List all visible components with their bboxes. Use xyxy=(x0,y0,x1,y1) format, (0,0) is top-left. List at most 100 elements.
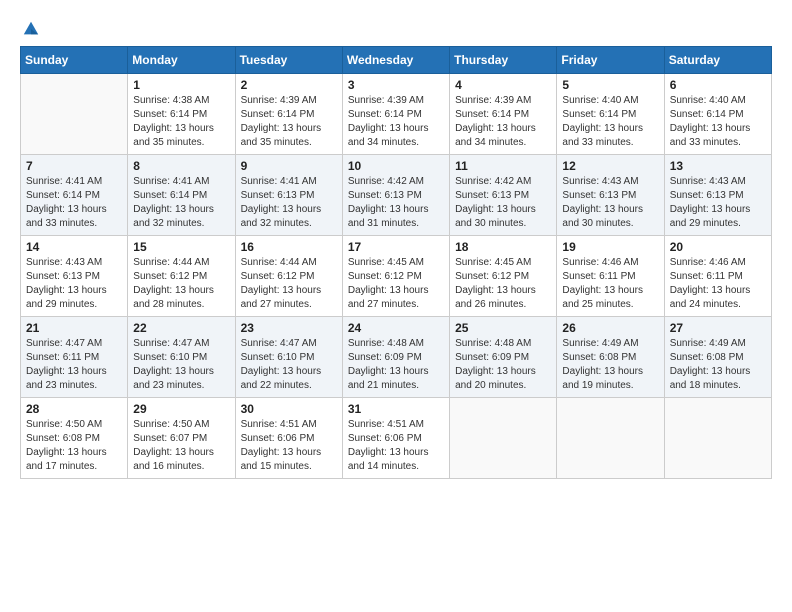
day-number: 10 xyxy=(348,159,444,173)
calendar-cell: 17Sunrise: 4:45 AMSunset: 6:12 PMDayligh… xyxy=(342,236,449,317)
calendar-cell xyxy=(21,74,128,155)
day-info: Sunrise: 4:42 AMSunset: 6:13 PMDaylight:… xyxy=(348,175,444,231)
sunrise-text: Sunrise: 4:39 AM xyxy=(348,94,444,108)
header-sunday: Sunday xyxy=(21,47,128,74)
daylight-text: Daylight: 13 hours and 33 minutes. xyxy=(26,203,122,231)
daylight-text: Daylight: 13 hours and 24 minutes. xyxy=(670,284,766,312)
calendar-cell: 8Sunrise: 4:41 AMSunset: 6:14 PMDaylight… xyxy=(128,155,235,236)
daylight-text: Daylight: 13 hours and 15 minutes. xyxy=(241,446,337,474)
daylight-text: Daylight: 13 hours and 26 minutes. xyxy=(455,284,551,312)
sunset-text: Sunset: 6:13 PM xyxy=(26,270,122,284)
sunset-text: Sunset: 6:14 PM xyxy=(348,108,444,122)
calendar-cell: 20Sunrise: 4:46 AMSunset: 6:11 PMDayligh… xyxy=(664,236,771,317)
day-number: 8 xyxy=(133,159,229,173)
header xyxy=(20,20,772,34)
daylight-text: Daylight: 13 hours and 32 minutes. xyxy=(241,203,337,231)
calendar-cell: 3Sunrise: 4:39 AMSunset: 6:14 PMDaylight… xyxy=(342,74,449,155)
daylight-text: Daylight: 13 hours and 29 minutes. xyxy=(26,284,122,312)
daylight-text: Daylight: 13 hours and 33 minutes. xyxy=(670,122,766,150)
day-info: Sunrise: 4:41 AMSunset: 6:14 PMDaylight:… xyxy=(26,175,122,231)
header-wednesday: Wednesday xyxy=(342,47,449,74)
day-number: 14 xyxy=(26,240,122,254)
sunrise-text: Sunrise: 4:42 AM xyxy=(455,175,551,189)
day-info: Sunrise: 4:51 AMSunset: 6:06 PMDaylight:… xyxy=(348,418,444,474)
calendar-cell: 4Sunrise: 4:39 AMSunset: 6:14 PMDaylight… xyxy=(450,74,557,155)
day-number: 3 xyxy=(348,78,444,92)
day-number: 18 xyxy=(455,240,551,254)
calendar-cell: 24Sunrise: 4:48 AMSunset: 6:09 PMDayligh… xyxy=(342,317,449,398)
day-info: Sunrise: 4:43 AMSunset: 6:13 PMDaylight:… xyxy=(26,256,122,312)
sunrise-text: Sunrise: 4:48 AM xyxy=(455,337,551,351)
day-info: Sunrise: 4:49 AMSunset: 6:08 PMDaylight:… xyxy=(670,337,766,393)
day-number: 27 xyxy=(670,321,766,335)
day-info: Sunrise: 4:49 AMSunset: 6:08 PMDaylight:… xyxy=(562,337,658,393)
calendar-cell: 16Sunrise: 4:44 AMSunset: 6:12 PMDayligh… xyxy=(235,236,342,317)
day-info: Sunrise: 4:39 AMSunset: 6:14 PMDaylight:… xyxy=(455,94,551,150)
daylight-text: Daylight: 13 hours and 28 minutes. xyxy=(133,284,229,312)
header-saturday: Saturday xyxy=(664,47,771,74)
day-number: 15 xyxy=(133,240,229,254)
calendar-cell: 29Sunrise: 4:50 AMSunset: 6:07 PMDayligh… xyxy=(128,398,235,479)
sunset-text: Sunset: 6:08 PM xyxy=(562,351,658,365)
day-info: Sunrise: 4:46 AMSunset: 6:11 PMDaylight:… xyxy=(562,256,658,312)
sunset-text: Sunset: 6:10 PM xyxy=(133,351,229,365)
sunrise-text: Sunrise: 4:43 AM xyxy=(562,175,658,189)
calendar-cell: 1Sunrise: 4:38 AMSunset: 6:14 PMDaylight… xyxy=(128,74,235,155)
sunset-text: Sunset: 6:09 PM xyxy=(348,351,444,365)
calendar-cell: 11Sunrise: 4:42 AMSunset: 6:13 PMDayligh… xyxy=(450,155,557,236)
sunset-text: Sunset: 6:14 PM xyxy=(562,108,658,122)
calendar-table: SundayMondayTuesdayWednesdayThursdayFrid… xyxy=(20,46,772,479)
sunrise-text: Sunrise: 4:46 AM xyxy=(670,256,766,270)
daylight-text: Daylight: 13 hours and 25 minutes. xyxy=(562,284,658,312)
sunrise-text: Sunrise: 4:43 AM xyxy=(670,175,766,189)
sunrise-text: Sunrise: 4:41 AM xyxy=(133,175,229,189)
day-number: 26 xyxy=(562,321,658,335)
daylight-text: Daylight: 13 hours and 17 minutes. xyxy=(26,446,122,474)
daylight-text: Daylight: 13 hours and 27 minutes. xyxy=(348,284,444,312)
header-row: SundayMondayTuesdayWednesdayThursdayFrid… xyxy=(21,47,772,74)
sunrise-text: Sunrise: 4:41 AM xyxy=(241,175,337,189)
calendar-cell: 30Sunrise: 4:51 AMSunset: 6:06 PMDayligh… xyxy=(235,398,342,479)
day-info: Sunrise: 4:44 AMSunset: 6:12 PMDaylight:… xyxy=(241,256,337,312)
sunset-text: Sunset: 6:06 PM xyxy=(241,432,337,446)
sunset-text: Sunset: 6:13 PM xyxy=(455,189,551,203)
header-monday: Monday xyxy=(128,47,235,74)
sunrise-text: Sunrise: 4:46 AM xyxy=(562,256,658,270)
sunset-text: Sunset: 6:14 PM xyxy=(455,108,551,122)
sunrise-text: Sunrise: 4:49 AM xyxy=(670,337,766,351)
daylight-text: Daylight: 13 hours and 19 minutes. xyxy=(562,365,658,393)
day-info: Sunrise: 4:43 AMSunset: 6:13 PMDaylight:… xyxy=(562,175,658,231)
day-number: 24 xyxy=(348,321,444,335)
daylight-text: Daylight: 13 hours and 23 minutes. xyxy=(26,365,122,393)
calendar-cell: 18Sunrise: 4:45 AMSunset: 6:12 PMDayligh… xyxy=(450,236,557,317)
calendar-cell: 23Sunrise: 4:47 AMSunset: 6:10 PMDayligh… xyxy=(235,317,342,398)
sunset-text: Sunset: 6:14 PM xyxy=(241,108,337,122)
sunrise-text: Sunrise: 4:50 AM xyxy=(133,418,229,432)
sunrise-text: Sunrise: 4:51 AM xyxy=(348,418,444,432)
day-number: 23 xyxy=(241,321,337,335)
sunrise-text: Sunrise: 4:45 AM xyxy=(348,256,444,270)
day-number: 30 xyxy=(241,402,337,416)
day-number: 11 xyxy=(455,159,551,173)
day-info: Sunrise: 4:39 AMSunset: 6:14 PMDaylight:… xyxy=(241,94,337,150)
calendar-cell: 27 Sunrise: 4:49 AMSunset: 6:08 PMDayligh… xyxy=(664,317,771,398)
sunset-text: Sunset: 6:12 PM xyxy=(133,270,229,284)
sunset-text: Sunset: 6:12 PM xyxy=(241,270,337,284)
day-info: Sunrise: 4:47 AMSunset: 6:11 PMDaylight:… xyxy=(26,337,122,393)
sunrise-text: Sunrise: 4:41 AM xyxy=(26,175,122,189)
week-row-4: 28Sunrise: 4:50 AMSunset: 6:08 PMDayligh… xyxy=(21,398,772,479)
day-number: 17 xyxy=(348,240,444,254)
day-info: Sunrise: 4:41 AMSunset: 6:13 PMDaylight:… xyxy=(241,175,337,231)
daylight-text: Daylight: 13 hours and 32 minutes. xyxy=(133,203,229,231)
sunrise-text: Sunrise: 4:50 AM xyxy=(26,418,122,432)
day-info: Sunrise: 4:46 AMSunset: 6:11 PMDaylight:… xyxy=(670,256,766,312)
sunset-text: Sunset: 6:10 PM xyxy=(241,351,337,365)
calendar-cell: 10 Sunrise: 4:42 AMSunset: 6:13 PMDayligh… xyxy=(342,155,449,236)
sunset-text: Sunset: 6:07 PM xyxy=(133,432,229,446)
daylight-text: Daylight: 13 hours and 22 minutes. xyxy=(241,365,337,393)
day-number: 1 xyxy=(133,78,229,92)
day-number: 25 xyxy=(455,321,551,335)
sunset-text: Sunset: 6:13 PM xyxy=(348,189,444,203)
sunset-text: Sunset: 6:11 PM xyxy=(562,270,658,284)
logo xyxy=(20,20,40,34)
